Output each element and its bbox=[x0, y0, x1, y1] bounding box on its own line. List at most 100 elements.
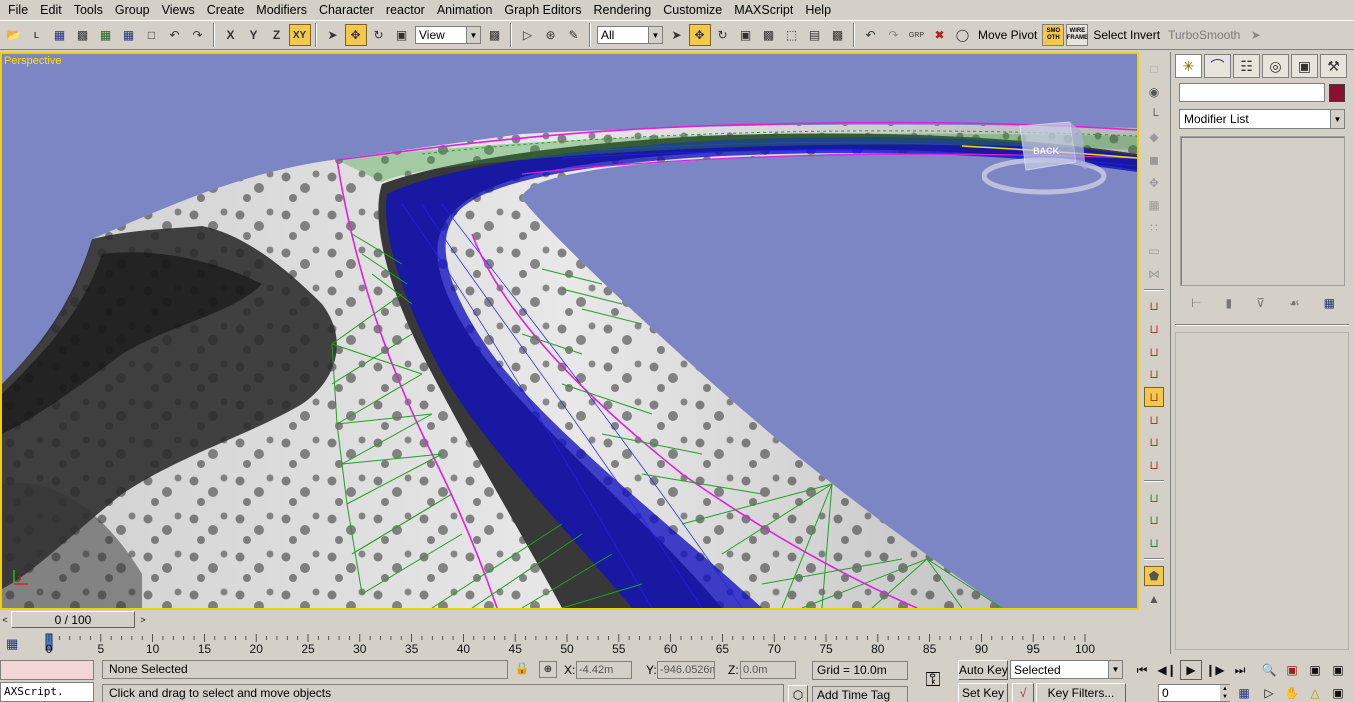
menu-character[interactable]: Character bbox=[313, 0, 380, 20]
mirror-icon[interactable]: ▷ bbox=[517, 24, 539, 46]
modifier-list-combo[interactable]: Modifier List ▼ bbox=[1179, 109, 1345, 129]
configure-sets-icon[interactable]: ▦ bbox=[1324, 296, 1335, 310]
hierarchy-tab-icon[interactable]: ☷ bbox=[1233, 54, 1260, 78]
previous-frame-icon[interactable]: ◀❙ bbox=[1156, 660, 1178, 680]
make-unique-icon[interactable]: ⊽ bbox=[1256, 296, 1265, 310]
select-move-icon[interactable]: ✥ bbox=[688, 24, 711, 46]
select-invert-button[interactable]: Select Invert bbox=[1089, 28, 1164, 42]
maximize-viewport-icon[interactable]: ▣ bbox=[1327, 683, 1349, 702]
snap-active-icon[interactable]: ⊔ bbox=[1144, 387, 1164, 407]
axis-xy-button[interactable]: XY bbox=[288, 24, 311, 46]
y-coord-field[interactable]: -946.0526m bbox=[657, 661, 715, 679]
scale-icon[interactable]: ▣ bbox=[391, 24, 413, 46]
menu-customize[interactable]: Customize bbox=[657, 0, 728, 20]
shield-icon[interactable]: ◼ bbox=[1144, 150, 1164, 170]
x-coord-field[interactable]: -4.42m bbox=[576, 661, 632, 679]
menu-rendering[interactable]: Rendering bbox=[588, 0, 658, 20]
create-tab-icon[interactable]: ✳ bbox=[1175, 54, 1202, 78]
gizmo-icon[interactable]: ✥ bbox=[1144, 173, 1164, 193]
field-of-view-icon[interactable]: ▷ bbox=[1258, 683, 1280, 702]
redo-icon[interactable]: ↷ bbox=[883, 24, 905, 46]
perspective-viewport[interactable]: Perspective x BACK bbox=[0, 52, 1139, 610]
snap-edge-icon[interactable]: ⊔ bbox=[1144, 410, 1164, 430]
magnet-a-icon[interactable]: ⊔ bbox=[1144, 488, 1164, 508]
time-tag-icon[interactable]: ⬡ bbox=[788, 685, 808, 702]
wireframe-toggle[interactable]: WIRE FRAME bbox=[1066, 24, 1089, 46]
menu-edit[interactable]: Edit bbox=[34, 0, 68, 20]
grid-points-icon[interactable]: ∷ bbox=[1144, 218, 1164, 238]
utilities-tab-icon[interactable]: ⚒ bbox=[1320, 54, 1347, 78]
snap-xy-icon[interactable]: ⊔ bbox=[1144, 319, 1164, 339]
undo-curve-icon[interactable]: ↶ bbox=[164, 24, 186, 46]
snap-grid-icon[interactable]: ⊔ bbox=[1144, 342, 1164, 362]
layer-icon[interactable]: ▤ bbox=[804, 24, 826, 46]
box-shape-icon[interactable]: ▭ bbox=[1144, 241, 1164, 261]
turbosmooth-button[interactable]: TurboSmooth bbox=[1164, 28, 1244, 42]
cone-icon[interactable]: ◆ bbox=[1144, 128, 1164, 148]
select-object-icon[interactable]: ➤ bbox=[666, 24, 688, 46]
next-frame-arrow-icon[interactable]: > bbox=[137, 612, 149, 628]
snap-vertex-icon[interactable]: ⊔ bbox=[1144, 364, 1164, 384]
menu-reactor[interactable]: reactor bbox=[380, 0, 431, 20]
group-icon[interactable]: GRP bbox=[906, 24, 928, 46]
smooth-toggle[interactable]: SMO OTH bbox=[1042, 24, 1065, 46]
select-rotate-icon[interactable]: ↻ bbox=[712, 24, 734, 46]
reference-coord-combo[interactable]: View ▼ bbox=[415, 26, 481, 44]
mini-curve-editor-icon[interactable]: ▦ bbox=[6, 636, 18, 651]
array-icon[interactable]: ⊛ bbox=[540, 24, 562, 46]
move-icon[interactable]: ✥ bbox=[344, 24, 367, 46]
next-frame-icon[interactable]: ❙▶ bbox=[1204, 660, 1226, 680]
menu-group[interactable]: Group bbox=[109, 0, 156, 20]
show-end-result-icon[interactable]: ▮ bbox=[1225, 296, 1232, 310]
send-icon[interactable]: ➤ bbox=[1245, 24, 1267, 46]
remove-modifier-icon[interactable]: ☙ bbox=[1289, 296, 1300, 310]
key-mode-curve-icon[interactable]: √ bbox=[1012, 683, 1034, 702]
pan-hand-icon[interactable]: ✋ bbox=[1281, 683, 1303, 702]
zoom-all-icon[interactable]: ▣ bbox=[1281, 660, 1303, 680]
magnet-b-icon[interactable]: ⊔ bbox=[1144, 511, 1164, 531]
auto-key-button[interactable]: Auto Key bbox=[958, 660, 1008, 680]
lock-selection-icon[interactable]: 🔒 bbox=[514, 661, 530, 677]
redo-curve-icon[interactable]: ↷ bbox=[187, 24, 209, 46]
pin-stack-icon[interactable]: ⊢ bbox=[1191, 296, 1201, 310]
ground-icon[interactable]: ▲ bbox=[1144, 589, 1164, 609]
hierarchy-icon[interactable]: └ bbox=[1144, 105, 1164, 125]
time-config-icon[interactable]: ▦ bbox=[1233, 683, 1255, 702]
move-pivot-button[interactable]: Move Pivot bbox=[974, 28, 1041, 42]
select-arrow-icon[interactable]: ➤ bbox=[322, 24, 344, 46]
modify-tab-icon[interactable]: ⌒ bbox=[1204, 54, 1231, 78]
menu-create[interactable]: Create bbox=[201, 0, 251, 20]
align-icon[interactable]: ▩ bbox=[758, 24, 780, 46]
window-crossing-icon[interactable]: ▩ bbox=[827, 24, 849, 46]
axis-x-button[interactable]: X bbox=[220, 24, 242, 46]
checker-icon[interactable]: ▦ bbox=[1144, 196, 1164, 216]
glasses-icon[interactable]: ◯ bbox=[952, 24, 974, 46]
menu-graph-editors[interactable]: Graph Editors bbox=[498, 0, 587, 20]
modifier-stack[interactable] bbox=[1180, 136, 1345, 286]
select-scale-icon[interactable]: ▣ bbox=[735, 24, 757, 46]
open-last-icon[interactable]: L bbox=[26, 24, 48, 46]
z-coord-field[interactable]: 0.0m bbox=[740, 661, 796, 679]
open-folder-icon[interactable]: 📂 bbox=[3, 24, 25, 46]
magnet-c-icon[interactable]: ⊔ bbox=[1144, 533, 1164, 553]
cube-icon[interactable]: ⬟ bbox=[1144, 565, 1164, 586]
axis-y-button[interactable]: Y bbox=[243, 24, 265, 46]
zoom-icon[interactable]: 🔍 bbox=[1258, 660, 1280, 680]
go-to-end-icon[interactable]: ⏭ bbox=[1229, 660, 1251, 680]
menu-maxscript[interactable]: MAXScript bbox=[728, 0, 799, 20]
snap-spinner-icon[interactable]: ⊔ bbox=[1144, 455, 1164, 475]
viewport-label[interactable]: Perspective bbox=[4, 55, 61, 67]
motion-tab-icon[interactable]: ◎ bbox=[1262, 54, 1289, 78]
region-select-icon[interactable]: ⬚ bbox=[781, 24, 803, 46]
orbit-icon[interactable]: △ bbox=[1304, 683, 1326, 702]
file-icon[interactable]: □ bbox=[141, 24, 163, 46]
viewcube[interactable]: BACK bbox=[982, 118, 1112, 208]
paint-icon[interactable]: ✎ bbox=[563, 24, 585, 46]
hold-icon[interactable]: ▩ bbox=[72, 24, 94, 46]
display-tab-icon[interactable]: ▣ bbox=[1291, 54, 1318, 78]
material-balls-icon[interactable]: ◉ bbox=[1144, 82, 1164, 102]
object-name-field[interactable] bbox=[1179, 83, 1325, 102]
set-key-button[interactable]: Set Key bbox=[958, 683, 1008, 702]
set-key-icon[interactable]: ⚿ bbox=[916, 668, 950, 692]
export-icon[interactable]: ▦ bbox=[95, 24, 117, 46]
